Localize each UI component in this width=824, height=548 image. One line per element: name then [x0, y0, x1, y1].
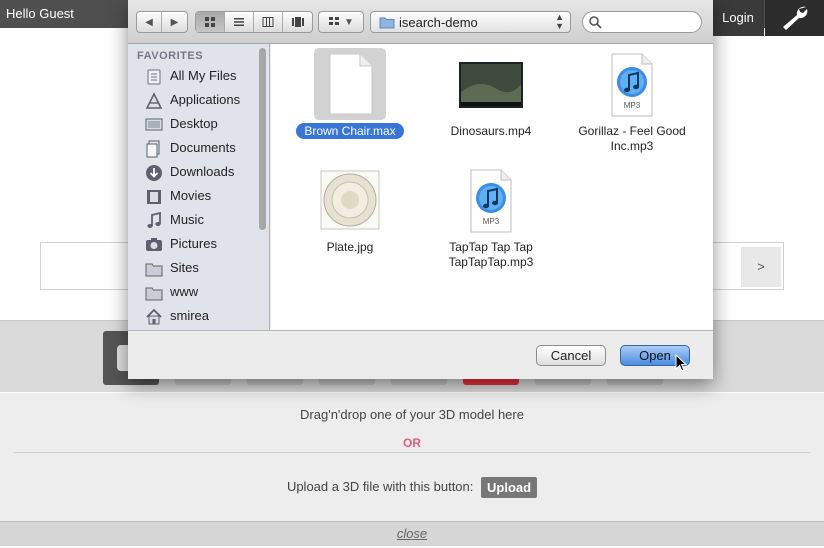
file-browser: Brown Chair.max Dinosaurs.mp4 MP3 Gorill…	[271, 44, 713, 330]
applications-icon	[145, 92, 163, 109]
sidebar-item-documents[interactable]: Documents	[128, 137, 258, 161]
video-thumbnail	[459, 62, 523, 108]
view-mode-control	[195, 11, 313, 33]
sidebar-item-applications[interactable]: Applications	[128, 89, 258, 113]
location-popup[interactable]: isearch-demo ▲ ▼	[370, 11, 571, 33]
arrange-menu-button[interactable]: ▼	[318, 11, 364, 33]
sidebar-item-label: Desktop	[170, 116, 218, 131]
login-button[interactable]: Login	[712, 0, 764, 36]
pictures-icon	[146, 238, 162, 251]
upload-button[interactable]: Upload	[481, 477, 538, 498]
coverflow-view-button[interactable]	[283, 12, 312, 32]
search-icon	[589, 16, 602, 29]
chevron-down-icon: ▼	[344, 16, 354, 28]
coverflow-icon	[291, 17, 304, 27]
upload-prompt: Upload a 3D file with this button:	[286, 478, 474, 494]
current-folder-label: isearch-demo	[399, 15, 478, 30]
sidebar-item-downloads[interactable]: Downloads	[128, 161, 258, 185]
icon-view-button[interactable]	[196, 12, 225, 32]
sidebar-item-label: Movies	[170, 188, 212, 203]
arrange-cell: ▼	[319, 12, 363, 32]
movies-icon	[147, 190, 161, 204]
dialog-footer: Cancel Open	[128, 330, 713, 379]
list-icon	[234, 18, 244, 26]
mp3-badge: MP3	[482, 217, 500, 226]
or-separator: OR	[403, 436, 421, 450]
file-name: Brown Chair.max	[285, 123, 415, 139]
file-item-gorillaz[interactable]: MP3 Gorillaz - Feel Good Inc.mp3	[567, 44, 697, 164]
file-item-dinosaurs[interactable]: Dinosaurs.mp4	[426, 44, 556, 154]
folder-icon	[145, 287, 163, 301]
list-view-button[interactable]	[225, 12, 254, 32]
sidebar-item-smirea[interactable]: smirea	[128, 305, 258, 329]
open-file-dialog: ◀ ▶ ▼ isearch-demo ▲ ▼ FAVORITES All My …	[128, 0, 713, 379]
file-thumbnail	[314, 48, 386, 120]
file-name: Dinosaurs.mp4	[450, 124, 532, 138]
sidebar-item-sites[interactable]: Sites	[128, 257, 258, 281]
close-link[interactable]: close	[397, 526, 427, 541]
sidebar: FAVORITES All My Files Applications Desk…	[128, 44, 270, 330]
mouse-cursor-icon	[675, 354, 687, 372]
dropzone-text: Drag'n'drop one of your 3D model here	[300, 407, 524, 422]
sidebar-item-movies[interactable]: Movies	[128, 185, 258, 209]
chevron-right-icon: ▶	[170, 16, 179, 28]
all-files-icon	[147, 69, 161, 85]
file-thumbnail	[314, 164, 386, 236]
search-go-button[interactable]: >	[741, 247, 781, 287]
sidebar-item-label: Pictures	[170, 236, 217, 251]
file-name: Plate.jpg	[326, 240, 374, 254]
image-thumbnail	[320, 170, 380, 230]
sidebar-item-label: Sites	[170, 260, 199, 275]
cancel-button[interactable]: Cancel	[536, 345, 606, 366]
home-icon	[146, 308, 162, 325]
desktop-icon	[145, 118, 163, 131]
music-icon	[147, 212, 161, 228]
sidebar-item-desktop[interactable]: Desktop	[128, 113, 258, 137]
favorites-heading: FAVORITES	[137, 50, 204, 62]
sidebar-item-label: Documents	[170, 140, 236, 155]
sidebar-item-www[interactable]: www	[128, 281, 258, 305]
settings-button[interactable]	[765, 0, 824, 36]
sidebar-item-label: Music	[170, 212, 204, 227]
sidebar-item-pictures[interactable]: Pictures	[128, 233, 258, 257]
column-view-button[interactable]	[254, 12, 283, 32]
documents-icon	[146, 140, 160, 158]
file-item-brown-chair[interactable]: Brown Chair.max	[285, 44, 415, 154]
file-item-plate[interactable]: Plate.jpg	[285, 160, 415, 270]
close-bar: close	[0, 521, 824, 546]
search-input[interactable]	[605, 14, 695, 30]
back-forward-control: ◀ ▶	[136, 11, 188, 33]
downloads-icon	[146, 165, 162, 181]
document-icon	[329, 53, 373, 115]
chevron-left-icon: ◀	[145, 16, 153, 28]
mp3-badge: MP3	[623, 101, 641, 110]
file-name: Gorillaz - Feel Good Inc.mp3	[578, 124, 686, 153]
wrench-icon	[782, 6, 807, 31]
forward-button[interactable]: ▶	[162, 12, 187, 32]
sidebar-item-label: All My Files	[170, 68, 237, 83]
back-button[interactable]: ◀	[137, 12, 162, 32]
sidebar-item-label: Downloads	[170, 164, 235, 179]
file-name: TapTap Tap Tap TapTapTap.mp3	[448, 240, 534, 269]
folder-icon	[379, 17, 395, 29]
sidebar-scrollbar[interactable]	[259, 48, 266, 230]
search-field[interactable]	[582, 11, 702, 33]
folder-icon	[145, 263, 163, 277]
upload-row: Upload a 3D file with this button: Uploa…	[0, 477, 824, 498]
sidebar-item-all-my-files[interactable]: All My Files	[128, 65, 258, 89]
sidebar-item-label: smirea	[170, 308, 210, 323]
updown-arrows-icon: ▲ ▼	[555, 12, 564, 31]
columns-icon	[262, 17, 274, 27]
dialog-toolbar: ◀ ▶ ▼ isearch-demo ▲ ▼	[128, 0, 713, 44]
greeting-text: Hello Guest	[6, 6, 74, 21]
file-thumbnail	[455, 48, 527, 120]
arrange-grid-icon	[329, 17, 340, 25]
file-item-taptap[interactable]: MP3 TapTap Tap Tap TapTapTap.mp3	[426, 160, 556, 280]
sidebar-item-label: www	[170, 284, 199, 299]
grid-icon	[205, 17, 215, 27]
sidebar-item-music[interactable]: Music	[128, 209, 258, 233]
sidebar-item-label: Applications	[170, 92, 241, 107]
upload-area: Drag'n'drop one of your 3D model here OR…	[0, 393, 824, 521]
divider	[14, 452, 810, 453]
